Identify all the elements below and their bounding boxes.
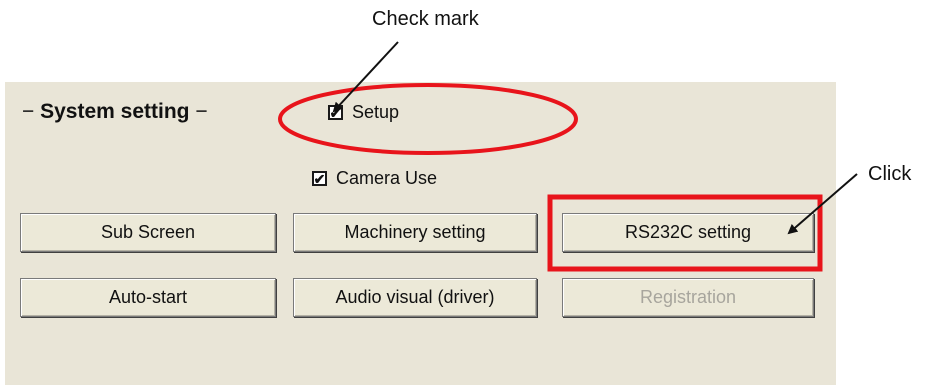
check-icon: ✔ <box>313 170 326 187</box>
camera-use-checkbox[interactable]: ✔ <box>312 171 327 186</box>
auto-start-button[interactable]: Auto-start <box>20 278 276 317</box>
check-mark-callout-label: Check mark <box>372 8 479 30</box>
setup-checkbox-row[interactable]: ✔ Setup <box>328 102 399 123</box>
title-dash-left: − <box>22 100 35 123</box>
check-icon: ✔ <box>329 104 342 121</box>
title-dash-right: − <box>195 100 208 123</box>
click-callout-label: Click <box>868 163 912 185</box>
setup-checkbox-label: Setup <box>352 102 400 122</box>
section-title: − System setting − <box>22 100 208 124</box>
section-title-text: System setting <box>40 100 190 123</box>
camera-use-checkbox-label: Camera Use <box>336 168 438 188</box>
camera-use-checkbox-row[interactable]: ✔ Camera Use <box>312 168 437 189</box>
rs232c-setting-button[interactable]: RS232C setting <box>562 213 814 252</box>
audio-visual-driver-button[interactable]: Audio visual (driver) <box>293 278 537 317</box>
machinery-setting-button[interactable]: Machinery setting <box>293 213 537 252</box>
system-setting-panel: − System setting − ✔ Setup ✔ Camera Use … <box>5 82 836 385</box>
sub-screen-button[interactable]: Sub Screen <box>20 213 276 252</box>
registration-button[interactable]: Registration <box>562 278 814 317</box>
setup-checkbox[interactable]: ✔ <box>328 105 343 120</box>
